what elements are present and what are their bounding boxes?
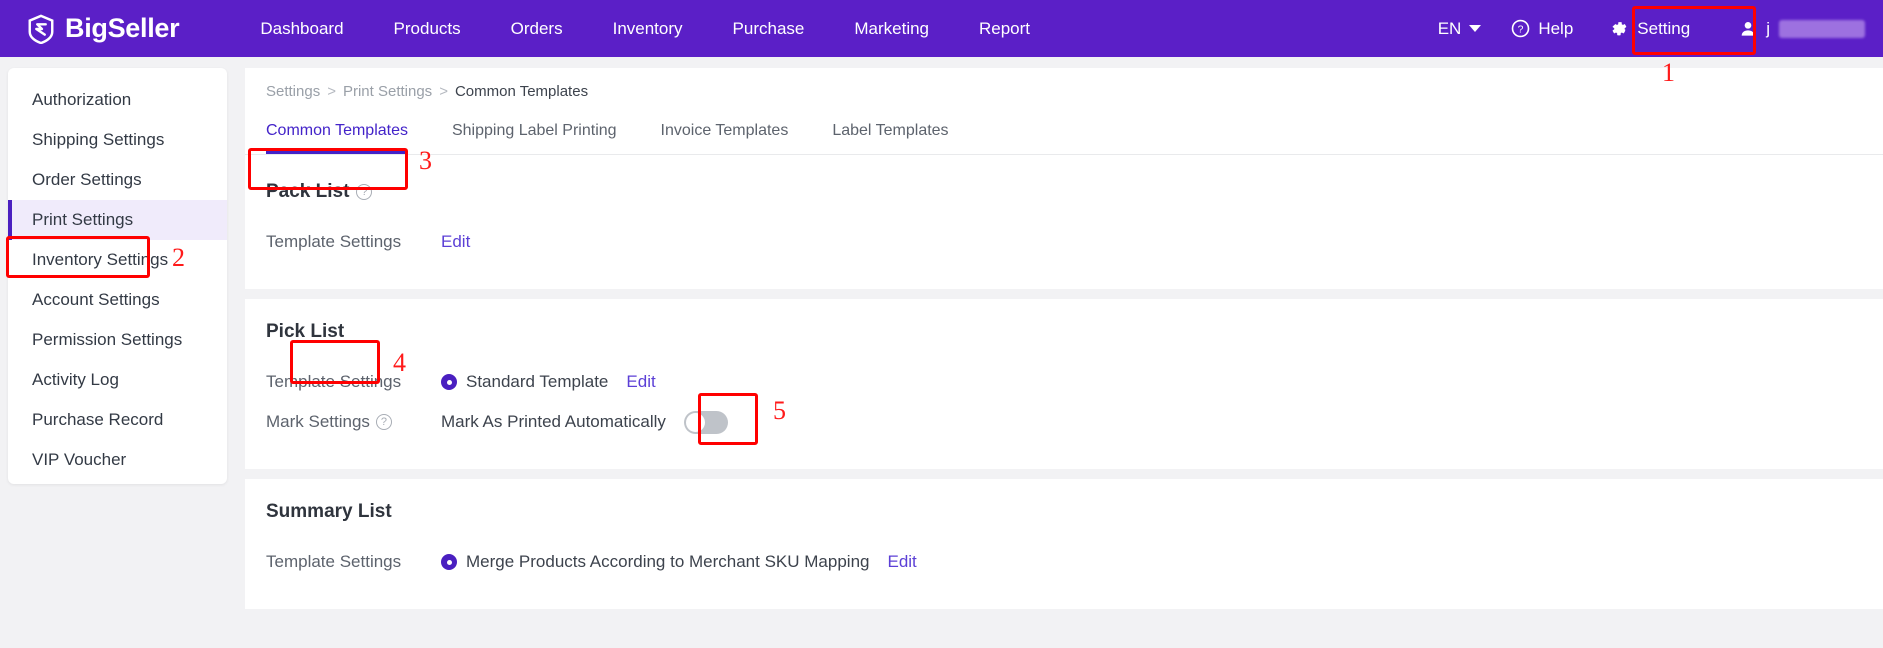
- nav-item-products[interactable]: Products: [369, 0, 486, 57]
- user-account-menu[interactable]: j: [1710, 19, 1883, 39]
- user-name: j: [1766, 18, 1770, 38]
- language-label: EN: [1437, 18, 1462, 38]
- nav-items: Dashboard Products Orders Inventory Purc…: [235, 0, 1055, 57]
- pack-list-section: Pack List ? Template Settings Edit: [245, 155, 1883, 289]
- top-navigation-bar: BigSeller Dashboard Products Orders Inve…: [0, 0, 1883, 57]
- summary-list-merge-label: Merge Products According to Merchant SKU…: [466, 552, 870, 571]
- sidebar-item-authorization[interactable]: Authorization: [8, 80, 227, 120]
- gear-icon: [1612, 21, 1627, 35]
- setting-label: Setting: [1637, 18, 1691, 38]
- summary-list-merge-radio[interactable]: Merge Products According to Merchant SKU…: [441, 552, 869, 572]
- sidebar-item-account-settings[interactable]: Account Settings: [8, 280, 227, 320]
- pack-list-template-row: Template Settings Edit: [266, 225, 1883, 259]
- pick-list-title: Pick List: [266, 321, 1883, 343]
- summary-list-template-label: Template Settings: [266, 552, 402, 571]
- pick-list-mark-label-text: Mark Settings: [266, 412, 370, 431]
- svg-text:?: ?: [1518, 25, 1524, 36]
- tab-label-templates[interactable]: Label Templates: [832, 108, 948, 154]
- summary-list-title: Summary List: [266, 501, 1883, 523]
- pack-list-title: Pack List ?: [266, 181, 1883, 203]
- pick-list-standard-template-label: Standard Template: [466, 372, 609, 391]
- tab-invoice-templates[interactable]: Invoice Templates: [661, 108, 789, 154]
- nav-item-dashboard[interactable]: Dashboard: [235, 0, 368, 57]
- bigseller-logo-icon: [28, 14, 54, 44]
- sidebar-item-shipping-settings[interactable]: Shipping Settings: [8, 120, 227, 160]
- user-name-redacted: [1779, 19, 1865, 38]
- pick-list-template-row: Template Settings Standard Template Edit: [266, 365, 1883, 399]
- summary-list-section: Summary List Template Settings Merge Pro…: [245, 479, 1883, 609]
- summary-list-edit-link[interactable]: Edit: [887, 552, 916, 572]
- main-content-panel: Settings > Print Settings > Common Templ…: [245, 68, 1883, 648]
- sidebar-item-vip-voucher[interactable]: VIP Voucher: [8, 440, 227, 480]
- summary-list-template-row: Template Settings Merge Products Accordi…: [266, 545, 1883, 579]
- sidebar-item-inventory-settings[interactable]: Inventory Settings: [8, 240, 227, 280]
- sidebar-item-permission-settings[interactable]: Permission Settings: [8, 320, 227, 360]
- nav-item-purchase[interactable]: Purchase: [708, 0, 830, 57]
- nav-item-inventory[interactable]: Inventory: [588, 0, 708, 57]
- radio-selected-icon: [441, 554, 457, 570]
- pack-list-help-icon[interactable]: ?: [356, 184, 373, 200]
- sidebar-item-purchase-record[interactable]: Purchase Record: [8, 400, 227, 440]
- help-button[interactable]: ? Help: [1495, 19, 1589, 39]
- language-selector[interactable]: EN: [1424, 19, 1496, 39]
- mark-as-printed-label: Mark As Printed Automatically: [441, 412, 666, 431]
- summary-list-title-text: Summary List: [266, 501, 392, 522]
- nav-item-report[interactable]: Report: [954, 0, 1055, 57]
- help-circle-icon: ?: [1512, 19, 1530, 38]
- nav-right-group: EN ? Help Setting j: [1424, 0, 1883, 57]
- sidebar-item-activity-log[interactable]: Activity Log: [8, 360, 227, 400]
- breadcrumb-separator-1: >: [327, 82, 336, 100]
- breadcrumb-print-settings[interactable]: Print Settings: [343, 83, 432, 100]
- pick-list-mark-help-icon[interactable]: ?: [375, 414, 392, 430]
- mark-as-printed-toggle[interactable]: [683, 410, 728, 434]
- pick-list-template-label: Template Settings: [266, 372, 402, 391]
- pick-list-mark-label: Mark Settings ?: [266, 412, 441, 432]
- pack-list-title-text: Pack List: [266, 181, 350, 202]
- brand-name: BigSeller: [65, 13, 180, 43]
- tab-shipping-label-printing[interactable]: Shipping Label Printing: [452, 108, 617, 154]
- setting-wrapper: Setting: [1589, 0, 1710, 57]
- breadcrumb-separator-2: >: [439, 82, 448, 100]
- nav-item-orders[interactable]: Orders: [486, 0, 588, 57]
- tab-common-templates[interactable]: Common Templates: [266, 108, 408, 154]
- pick-list-title-text: Pick List: [266, 321, 345, 342]
- help-label: Help: [1538, 18, 1574, 38]
- sidebar-item-order-settings[interactable]: Order Settings: [8, 160, 227, 200]
- pack-list-template-label: Template Settings: [266, 232, 402, 251]
- setting-nav-button[interactable]: Setting: [1593, 0, 1706, 57]
- brand-logo[interactable]: BigSeller: [26, 13, 180, 44]
- breadcrumb: Settings > Print Settings > Common Templ…: [245, 68, 1883, 108]
- chevron-down-icon: [1469, 25, 1482, 32]
- nav-item-marketing[interactable]: Marketing: [829, 0, 954, 57]
- pack-list-edit-link[interactable]: Edit: [441, 232, 470, 252]
- sidebar-item-print-settings[interactable]: Print Settings: [8, 200, 227, 240]
- pick-list-section: Pick List Template Settings Standard Tem…: [245, 299, 1883, 469]
- user-avatar-icon: [1741, 21, 1755, 36]
- settings-sidebar: Authorization Shipping Settings Order Se…: [8, 68, 227, 484]
- pick-list-standard-template-radio[interactable]: Standard Template: [441, 372, 608, 392]
- tab-bar: Common Templates Shipping Label Printing…: [245, 108, 1883, 155]
- breadcrumb-current: Common Templates: [454, 82, 589, 100]
- breadcrumb-settings[interactable]: Settings: [266, 83, 320, 100]
- pick-list-mark-row: Mark Settings ? Mark As Printed Automati…: [266, 405, 1883, 439]
- radio-selected-icon: [441, 374, 457, 390]
- pick-list-edit-link[interactable]: Edit: [626, 372, 655, 392]
